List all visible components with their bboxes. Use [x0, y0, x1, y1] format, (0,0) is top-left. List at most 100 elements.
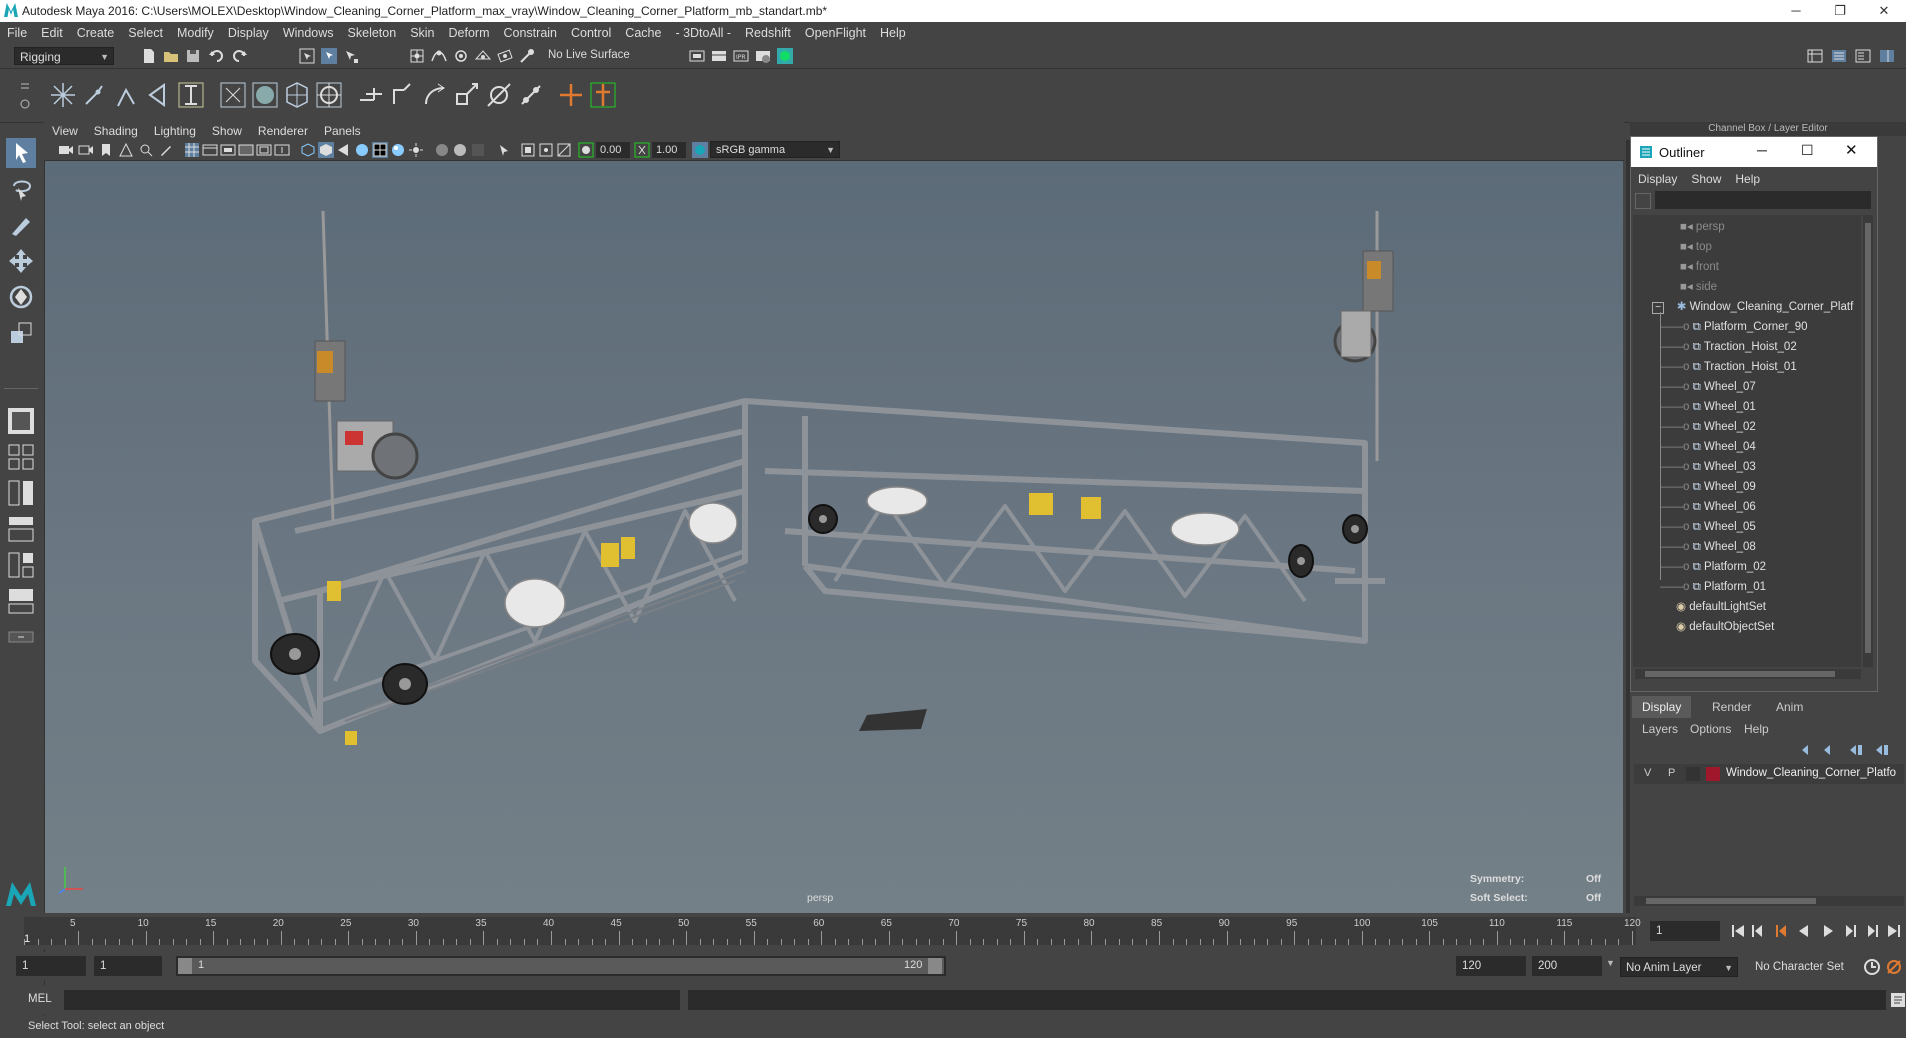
outliner-item-traction-hoist-02[interactable]: ——o ⧉ Traction_Hoist_02	[1660, 337, 1797, 357]
select-tool-icon[interactable]	[6, 138, 36, 168]
open-scene-icon[interactable]	[162, 47, 180, 65]
layer-menu-options[interactable]: Options	[1690, 722, 1731, 736]
attribute-editor-icon[interactable]	[1830, 47, 1848, 65]
image-plane-icon[interactable]	[118, 142, 134, 158]
outliner-close-button[interactable]: ✕	[1845, 141, 1858, 159]
cluster-icon[interactable]	[314, 80, 344, 110]
panel-menu-panels[interactable]: Panels	[316, 122, 369, 140]
layer-type-toggle[interactable]	[1686, 767, 1700, 781]
exposure-field[interactable]: 0.00	[596, 142, 630, 158]
color-management-icon[interactable]	[692, 142, 708, 158]
playback-start-field[interactable]: 1	[94, 956, 162, 976]
outliner-item-wheel-02[interactable]: ——o ⧉ Wheel_02	[1660, 417, 1756, 437]
default-lighting-icon[interactable]	[336, 142, 352, 158]
aim-constraint-icon[interactable]	[484, 80, 514, 110]
menu-deform[interactable]: Deform	[442, 22, 497, 44]
render-view-icon[interactable]	[710, 47, 728, 65]
tab-render[interactable]: Render	[1702, 696, 1761, 718]
panel-menu-view[interactable]: View	[44, 122, 86, 140]
lattice-icon[interactable]	[282, 80, 312, 110]
anim-layer-dropdown[interactable]: No Anim Layer ▼	[1620, 957, 1738, 977]
safe-action-icon[interactable]	[274, 142, 290, 158]
outliner-item-traction-hoist-01[interactable]: ——o ⧉ Traction_Hoist_01	[1660, 357, 1797, 377]
outliner-item-wheel-09[interactable]: ——o ⧉ Wheel_09	[1660, 477, 1756, 497]
grease-pencil-icon[interactable]	[158, 142, 174, 158]
four-pane-layout-icon[interactable]	[6, 442, 36, 472]
render-settings-icon[interactable]	[754, 47, 772, 65]
snap-curve-icon[interactable]	[430, 47, 448, 65]
outliner-item-wheel-01[interactable]: ——o ⧉ Wheel_01	[1660, 397, 1756, 417]
script-editor-icon[interactable]	[1890, 992, 1906, 1008]
layer-menu-help[interactable]: Help	[1744, 722, 1769, 736]
playback-controls[interactable]	[1728, 921, 1904, 941]
lasso-tool-icon[interactable]	[6, 174, 36, 204]
chevron-down-icon[interactable]: ▼	[1606, 958, 1615, 968]
redo-icon[interactable]	[230, 47, 248, 65]
snap-view-plane-icon[interactable]	[474, 47, 492, 65]
menuset-dropdown[interactable]: Rigging ▼	[14, 47, 114, 65]
wireframe-icon[interactable]	[300, 142, 316, 158]
snap-surface-icon[interactable]	[496, 47, 514, 65]
menu-cache[interactable]: Cache	[618, 22, 668, 44]
panel-menu-show[interactable]: Show	[204, 122, 250, 140]
select-object-icon[interactable]	[320, 47, 338, 65]
menu-windows[interactable]: Windows	[276, 22, 341, 44]
outliner-item-wheel-03[interactable]: ——o ⧉ Wheel_03	[1660, 457, 1756, 477]
single-pane-layout-icon[interactable]	[6, 406, 36, 436]
outliner-item-wheel-08[interactable]: ——o ⧉ Wheel_08	[1660, 537, 1756, 557]
create-handle-icon[interactable]	[588, 80, 618, 110]
outliner-search-input[interactable]	[1655, 191, 1871, 209]
persp-outliner-layout-icon[interactable]	[6, 586, 36, 616]
layer-name[interactable]: Window_Cleaning_Corner_Platfo	[1726, 767, 1896, 779]
panel-menu-renderer[interactable]: Renderer	[250, 122, 316, 140]
outliner-item-wheel-05[interactable]: ——o ⧉ Wheel_05	[1660, 517, 1756, 537]
motion-blur-icon[interactable]	[452, 142, 468, 158]
close-button[interactable]: ✕	[1862, 0, 1906, 22]
film-gate-icon[interactable]	[202, 142, 218, 158]
outliner-item-side[interactable]: ■◂ side	[1680, 277, 1717, 297]
tab-anim[interactable]: Anim	[1766, 696, 1813, 718]
gamma-icon[interactable]	[634, 142, 650, 158]
screen-space-ao-icon[interactable]	[434, 142, 450, 158]
snap-grid-icon[interactable]	[408, 47, 426, 65]
outliner-menu-display[interactable]: Display	[1631, 169, 1684, 189]
gate-mask-icon[interactable]	[238, 142, 254, 158]
outliner-item-group[interactable]: − ✱ Window_Cleaning_Corner_Platf	[1652, 297, 1853, 317]
outliner-menu-help[interactable]: Help	[1728, 169, 1767, 189]
outliner-item-top[interactable]: ■◂ top	[1680, 237, 1712, 257]
modeling-toolkit-icon[interactable]	[1806, 47, 1824, 65]
pole-vector-icon[interactable]	[516, 80, 546, 110]
save-scene-icon[interactable]	[184, 47, 202, 65]
menu-help[interactable]: Help	[873, 22, 913, 44]
move-tool-icon[interactable]	[6, 246, 36, 276]
graph-layout-icon[interactable]	[6, 550, 36, 580]
select-camera-icon[interactable]	[58, 142, 74, 158]
rotate-tool-icon[interactable]	[6, 282, 36, 312]
orient-joint-icon[interactable]	[176, 80, 206, 110]
shelf-options-icon[interactable]	[18, 78, 32, 114]
outliner-item-default-light-set[interactable]: ◉ defaultLightSet	[1676, 597, 1766, 617]
outliner-item-wheel-04[interactable]: ——o ⧉ Wheel_04	[1660, 437, 1756, 457]
menu-modify[interactable]: Modify	[170, 22, 221, 44]
layer-visibility-toggle[interactable]: V	[1644, 767, 1651, 779]
menu-select[interactable]: Select	[121, 22, 170, 44]
select-component-icon[interactable]	[342, 47, 360, 65]
multisample-aa-icon[interactable]	[470, 142, 486, 158]
menu-constrain[interactable]: Constrain	[497, 22, 565, 44]
minimize-button[interactable]: ─	[1774, 0, 1818, 22]
smooth-shade-icon[interactable]	[318, 142, 334, 158]
outliner-item-wheel-06[interactable]: ——o ⧉ Wheel_06	[1660, 497, 1756, 517]
end-time-field[interactable]: 200	[1532, 956, 1602, 976]
panel-menu-lighting[interactable]: Lighting	[146, 122, 204, 140]
outliner-menu-show[interactable]: Show	[1684, 169, 1728, 189]
scale-constraint-icon[interactable]	[452, 80, 482, 110]
scale-tool-icon[interactable]	[6, 318, 36, 348]
outliner-item-front[interactable]: ■◂ front	[1680, 257, 1719, 277]
view-transform-dropdown[interactable]: sRGB gamma ▼	[710, 141, 840, 158]
resolution-gate-icon[interactable]	[220, 142, 236, 158]
bind-skin-icon[interactable]	[218, 80, 248, 110]
outliner-hscrollbar[interactable]	[1635, 669, 1861, 679]
menu-display[interactable]: Display	[221, 22, 276, 44]
orient-constraint-icon[interactable]	[420, 80, 450, 110]
xray-components-icon[interactable]	[556, 142, 572, 158]
